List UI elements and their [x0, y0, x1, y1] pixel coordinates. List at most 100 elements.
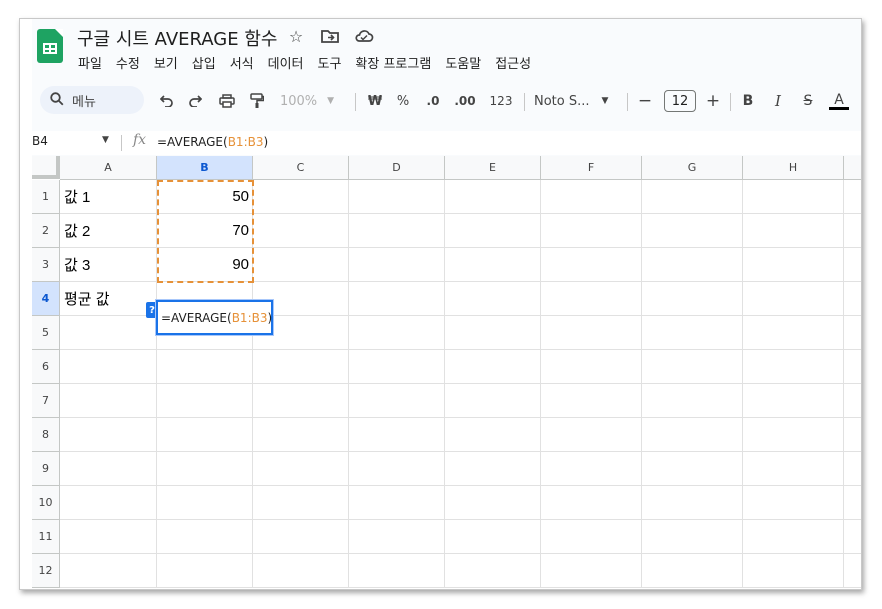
row-header-8[interactable]: 8: [32, 418, 60, 452]
cell-d10[interactable]: [349, 486, 445, 520]
row-header-9[interactable]: 9: [32, 452, 60, 486]
cell-b6[interactable]: [157, 350, 253, 384]
cell-d2[interactable]: [349, 214, 445, 248]
row-header-1[interactable]: 1: [32, 180, 60, 214]
column-header-a[interactable]: A: [60, 156, 157, 180]
zoom-select[interactable]: 100% ▼: [278, 89, 336, 113]
cell-c6[interactable]: [253, 350, 349, 384]
strikethrough-button[interactable]: S: [798, 89, 818, 113]
cell-e8[interactable]: [445, 418, 541, 452]
cell-d6[interactable]: [349, 350, 445, 384]
cell-c7[interactable]: [253, 384, 349, 418]
paint-format-icon[interactable]: [246, 89, 268, 113]
cell-a2[interactable]: 값 2: [60, 214, 157, 248]
cell-e7[interactable]: [445, 384, 541, 418]
cell-f6[interactable]: [541, 350, 642, 384]
row-header-11[interactable]: 11: [32, 520, 60, 554]
cell-e9[interactable]: [445, 452, 541, 486]
font-family-select[interactable]: Noto S... ▼: [534, 89, 618, 113]
cell-d3[interactable]: [349, 248, 445, 282]
cell-d1[interactable]: [349, 180, 445, 214]
row-header-10[interactable]: 10: [32, 486, 60, 520]
cell-i7[interactable]: [844, 384, 861, 418]
row-header-6[interactable]: 6: [32, 350, 60, 384]
row-header-4[interactable]: 4: [32, 282, 60, 316]
cell-b12[interactable]: [157, 554, 253, 588]
document-title[interactable]: 구글 시트 AVERAGE 함수: [77, 25, 277, 51]
cell-d12[interactable]: [349, 554, 445, 588]
row-header-2[interactable]: 2: [32, 214, 60, 248]
cell-a12[interactable]: [60, 554, 157, 588]
cell-i5[interactable]: [844, 316, 861, 350]
cell-g2[interactable]: [642, 214, 743, 248]
cell-h12[interactable]: [743, 554, 844, 588]
redo-icon[interactable]: [184, 89, 206, 113]
cell-g6[interactable]: [642, 350, 743, 384]
menu-data[interactable]: 데이터: [268, 53, 304, 72]
cell-b2[interactable]: 70: [157, 214, 253, 248]
cell-e3[interactable]: [445, 248, 541, 282]
cell-g4[interactable]: [642, 282, 743, 316]
row-header-3[interactable]: 3: [32, 248, 60, 282]
decrease-decimal-button[interactable]: .0: [422, 89, 444, 113]
cell-c1[interactable]: [253, 180, 349, 214]
cell-h1[interactable]: [743, 180, 844, 214]
cell-f7[interactable]: [541, 384, 642, 418]
cell-f10[interactable]: [541, 486, 642, 520]
cell-h5[interactable]: [743, 316, 844, 350]
cell-e2[interactable]: [445, 214, 541, 248]
cloud-status-icon[interactable]: [354, 26, 374, 46]
bold-button[interactable]: B: [738, 89, 758, 113]
cell-g5[interactable]: [642, 316, 743, 350]
text-color-button[interactable]: A: [828, 89, 850, 113]
percent-format-button[interactable]: %: [393, 89, 413, 113]
select-all-corner[interactable]: [32, 156, 60, 179]
menu-format[interactable]: 서식: [230, 53, 254, 72]
sheets-logo-icon[interactable]: [37, 29, 63, 63]
menu-insert[interactable]: 삽입: [192, 53, 216, 72]
cell-f3[interactable]: [541, 248, 642, 282]
cell-e5[interactable]: [445, 316, 541, 350]
cell-h9[interactable]: [743, 452, 844, 486]
cell-i4[interactable]: [844, 282, 861, 316]
column-header-f[interactable]: F: [541, 156, 642, 180]
cell-d9[interactable]: [349, 452, 445, 486]
menu-file[interactable]: 파일: [78, 53, 102, 72]
cell-h2[interactable]: [743, 214, 844, 248]
cell-e4[interactable]: [445, 282, 541, 316]
menu-tools[interactable]: 도구: [318, 53, 342, 72]
cell-a10[interactable]: [60, 486, 157, 520]
cell-g3[interactable]: [642, 248, 743, 282]
move-to-folder-icon[interactable]: [320, 26, 340, 46]
undo-icon[interactable]: [156, 89, 178, 113]
cell-g10[interactable]: [642, 486, 743, 520]
cell-b9[interactable]: [157, 452, 253, 486]
name-box[interactable]: B4: [32, 134, 48, 148]
cell-d8[interactable]: [349, 418, 445, 452]
menu-view[interactable]: 보기: [154, 53, 178, 72]
menu-extensions[interactable]: 확장 프로그램: [355, 53, 431, 72]
cell-h4[interactable]: [743, 282, 844, 316]
cell-b8[interactable]: [157, 418, 253, 452]
cell-d11[interactable]: [349, 520, 445, 554]
column-header-h[interactable]: H: [743, 156, 844, 180]
cell-f12[interactable]: [541, 554, 642, 588]
cell-c10[interactable]: [253, 486, 349, 520]
cell-g8[interactable]: [642, 418, 743, 452]
row-header-5[interactable]: 5: [32, 316, 60, 350]
cell-i2[interactable]: [844, 214, 861, 248]
column-header-overflow[interactable]: [844, 156, 861, 180]
cell-f11[interactable]: [541, 520, 642, 554]
cell-c3[interactable]: [253, 248, 349, 282]
cell-editor-b4[interactable]: =AVERAGE(B1:B3): [156, 300, 273, 335]
cell-g11[interactable]: [642, 520, 743, 554]
cell-d7[interactable]: [349, 384, 445, 418]
cell-h8[interactable]: [743, 418, 844, 452]
cell-e12[interactable]: [445, 554, 541, 588]
cell-a8[interactable]: [60, 418, 157, 452]
cell-i6[interactable]: [844, 350, 861, 384]
cell-e1[interactable]: [445, 180, 541, 214]
column-header-e[interactable]: E: [445, 156, 541, 180]
cell-f1[interactable]: [541, 180, 642, 214]
cell-c12[interactable]: [253, 554, 349, 588]
